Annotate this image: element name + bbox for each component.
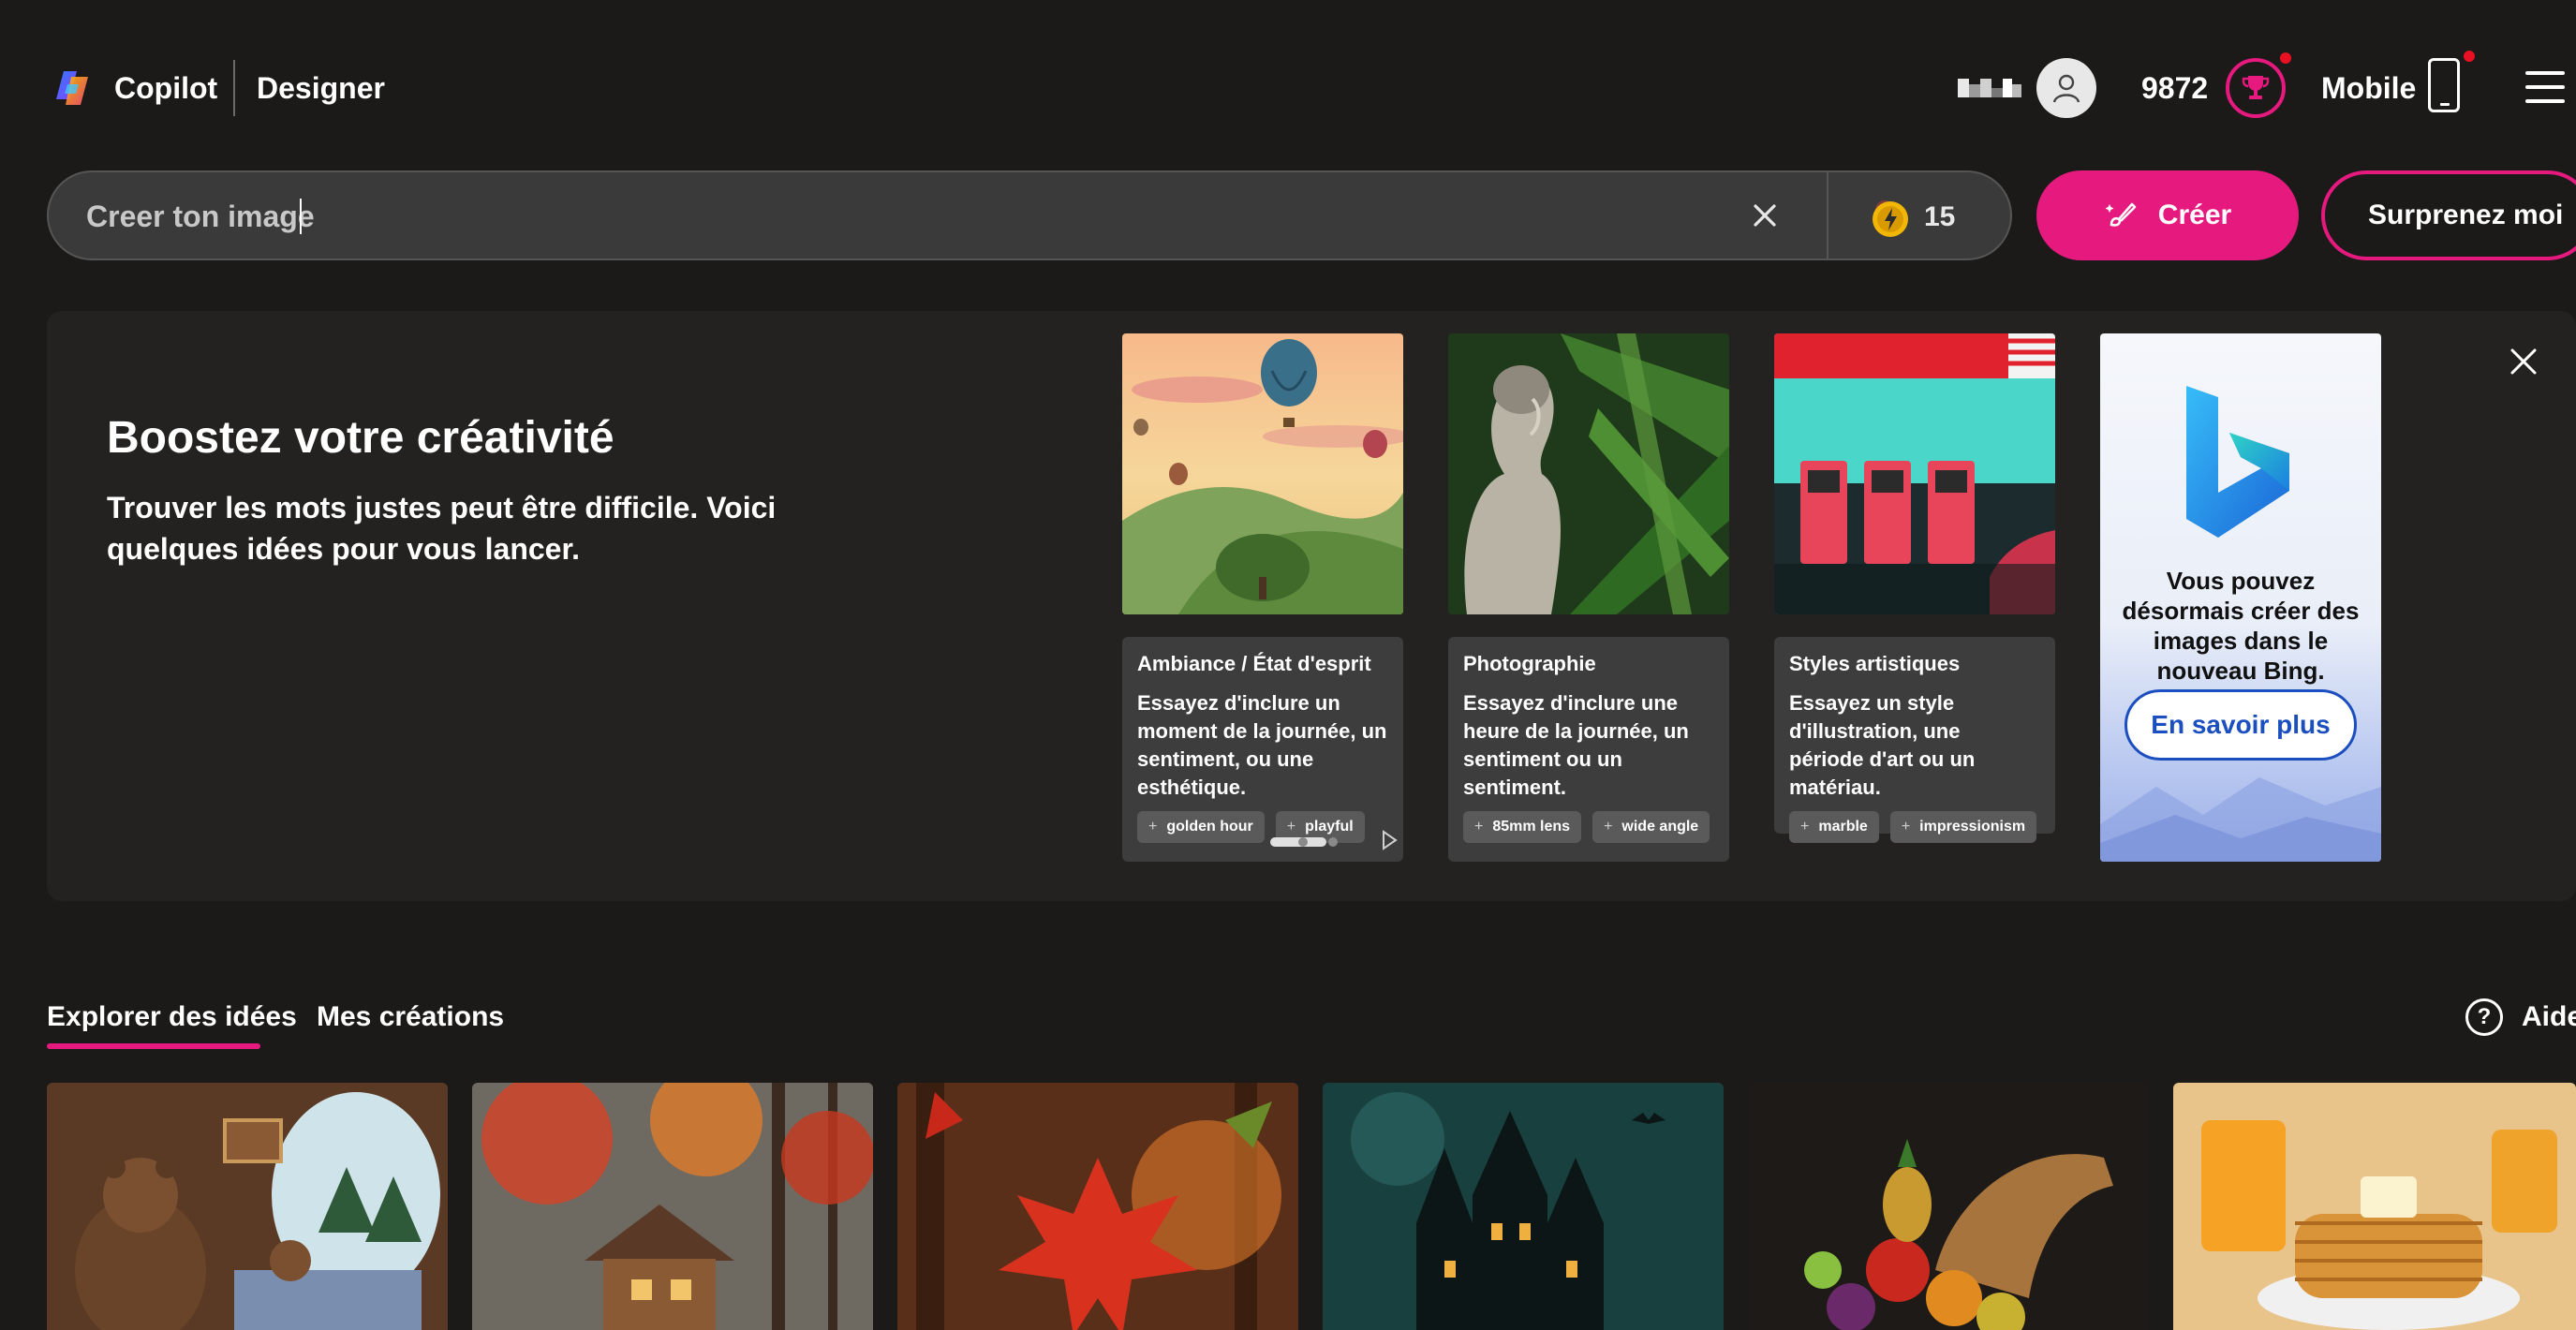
- bing-promo-card: Vous pouvez désormais créer des images d…: [2100, 333, 2381, 862]
- boost-coin-icon[interactable]: [1866, 195, 1911, 240]
- chip-impressionism[interactable]: impressionism: [1889, 811, 2037, 843]
- card-heading: Styles artistiques: [1789, 652, 1961, 675]
- user-icon: [2052, 74, 2080, 103]
- chip-wide-angle[interactable]: wide angle: [1592, 811, 1710, 843]
- card-text: Essayez d'inclure un moment de la journé…: [1137, 691, 1387, 799]
- card-text: Essayez d'inclure une heure de la journé…: [1463, 691, 1689, 799]
- help-link[interactable]: Aide: [2522, 997, 2576, 1038]
- card-heading: Ambiance / État d'esprit: [1137, 652, 1371, 675]
- pixelated-username: [1958, 79, 2021, 97]
- mobile-notification-dot: [2464, 51, 2475, 62]
- prompt-divider: [1827, 172, 1828, 259]
- help-icon[interactable]: ?: [2465, 998, 2503, 1036]
- carousel-indicator[interactable]: [1298, 837, 1308, 847]
- create-label: Créer: [2157, 200, 2232, 230]
- close-icon[interactable]: [2501, 339, 2546, 384]
- clear-icon[interactable]: [1746, 197, 1784, 234]
- phone-icon[interactable]: [2428, 58, 2460, 112]
- boost-count: 15: [1924, 201, 1956, 232]
- gallery-thumb-bears[interactable]: [47, 1083, 448, 1330]
- tab-explore-ideas[interactable]: Explorer des idées: [47, 997, 297, 1038]
- card-heading: Photographie: [1463, 652, 1596, 675]
- prompt-input[interactable]: [86, 193, 1754, 240]
- brand-divider: [233, 60, 235, 116]
- rewards-points[interactable]: 9872: [2141, 66, 2208, 111]
- gallery-thumb-cabin[interactable]: [472, 1083, 873, 1330]
- surprise-me-button[interactable]: Surprenez moi: [2321, 170, 2576, 260]
- panel-title: Boostez votre créativité: [107, 413, 614, 463]
- text-caret: [300, 199, 302, 234]
- chip-golden-hour[interactable]: golden hour: [1137, 811, 1265, 843]
- promo-text: Vous pouvez désormais créer des images d…: [2122, 567, 2360, 685]
- mobile-link[interactable]: Mobile: [2321, 66, 2416, 111]
- notification-dot: [2280, 52, 2291, 64]
- tab-my-creations[interactable]: Mes créations: [317, 997, 504, 1038]
- trophy-icon: [2242, 76, 2270, 99]
- product-name[interactable]: Designer: [257, 66, 385, 111]
- avatar[interactable]: [2036, 58, 2096, 118]
- hamburger-menu-icon[interactable]: [2525, 71, 2565, 103]
- create-button[interactable]: Créer: [2036, 170, 2299, 260]
- carousel-indicator[interactable]: [1328, 837, 1338, 847]
- gallery-thumb-cornucopia[interactable]: [1748, 1083, 2149, 1330]
- card-photography: Photographie Essayez d'inclure une heure…: [1448, 637, 1729, 862]
- active-tab-indicator: [47, 1043, 260, 1049]
- chip-marble[interactable]: marble: [1789, 811, 1879, 843]
- bing-logo-icon: [2186, 386, 2289, 538]
- panel-description: Trouver les mots justes peut être diffic…: [107, 491, 777, 566]
- card-image-art-styles[interactable]: [1774, 333, 2055, 614]
- card-art-styles: Styles artistiques Essayez un style d'il…: [1774, 637, 2055, 843]
- gallery-thumb-haunted-castle[interactable]: [1323, 1083, 1724, 1330]
- mountain-illustration: [2100, 777, 2381, 862]
- copilot-logo-icon[interactable]: [51, 66, 96, 111]
- gallery-thumb-pancakes[interactable]: [2173, 1083, 2576, 1330]
- prompt-bar: 15: [47, 170, 2012, 260]
- card-image-photography[interactable]: [1448, 333, 1729, 614]
- gallery-thumb-maple-leaf[interactable]: [897, 1083, 1298, 1330]
- play-icon[interactable]: [1381, 830, 1398, 850]
- card-mood: Ambiance / État d'esprit Essayez d'inclu…: [1122, 637, 1403, 862]
- card-image-mood[interactable]: [1122, 333, 1403, 614]
- rewards-button[interactable]: [2226, 58, 2286, 118]
- brand-name[interactable]: Copilot: [114, 66, 217, 111]
- chip-85mm-lens[interactable]: 85mm lens: [1463, 811, 1582, 843]
- brush-sparkle-icon: [2105, 202, 2137, 227]
- card-text: Essayez un style d'illustration, une pér…: [1789, 691, 1976, 799]
